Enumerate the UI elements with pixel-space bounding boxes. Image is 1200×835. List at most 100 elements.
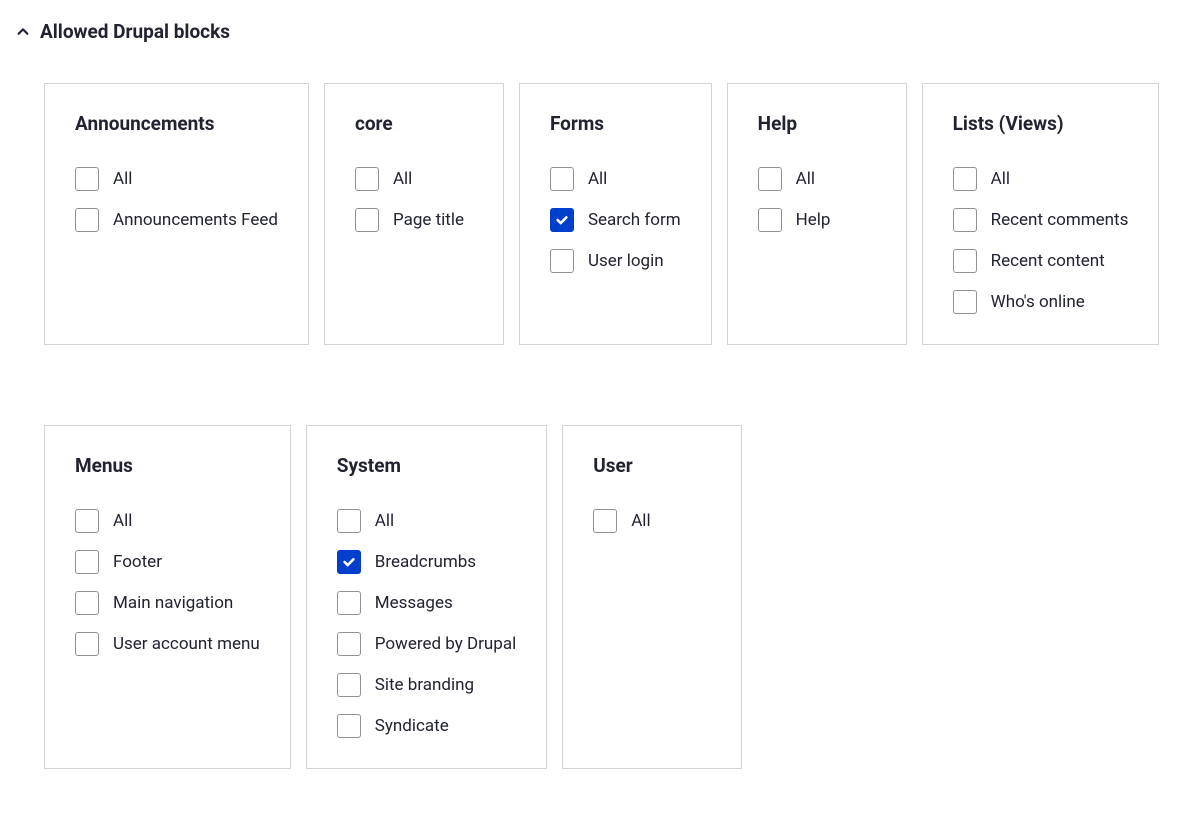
checkbox-label: Help (796, 210, 831, 230)
card-title: System (337, 454, 516, 477)
checkbox-item[interactable]: Messages (337, 591, 516, 615)
checkbox-label: All (113, 511, 132, 531)
checkbox-item[interactable]: User account menu (75, 632, 260, 656)
card-menus: Menus All Footer Main navigation (44, 425, 291, 769)
card-core: core All Page title (324, 83, 504, 345)
checkbox-label: All (393, 169, 412, 189)
checkbox-label: Page title (393, 210, 464, 230)
checkbox-label: Search form (588, 210, 681, 230)
card-lists-views: Lists (Views) All Recent comments Recent… (922, 83, 1160, 345)
chevron-up-icon (16, 25, 30, 39)
checkbox (75, 509, 99, 533)
checkbox (953, 249, 977, 273)
checkbox (953, 167, 977, 191)
checkbox-list: All Help (758, 167, 876, 232)
card-title: core (355, 112, 473, 135)
card-forms: Forms All Search form User login (519, 83, 712, 345)
checkbox-item[interactable]: Who's online (953, 290, 1129, 314)
checkbox-item[interactable]: All (593, 509, 711, 533)
checkbox (953, 290, 977, 314)
checkbox-item[interactable]: Powered by Drupal (337, 632, 516, 656)
checkbox (337, 714, 361, 738)
checkbox (75, 591, 99, 615)
checkbox-list: All Search form User login (550, 167, 681, 273)
checkbox-label: All (375, 511, 394, 531)
checkbox (355, 167, 379, 191)
checkbox-label: Syndicate (375, 716, 449, 736)
checkbox (75, 208, 99, 232)
checkbox (337, 673, 361, 697)
checkbox-item[interactable]: Breadcrumbs (337, 550, 516, 574)
checkbox-item[interactable]: Recent comments (953, 208, 1129, 232)
checkbox-list: All (593, 509, 711, 533)
checkbox (953, 208, 977, 232)
checkbox-list: All Recent comments Recent content Who's… (953, 167, 1129, 314)
checkbox (758, 208, 782, 232)
checkbox-label: All (588, 169, 607, 189)
checkbox-item[interactable]: Syndicate (337, 714, 516, 738)
card-announcements: Announcements All Announcements Feed (44, 83, 309, 345)
card-help: Help All Help (727, 83, 907, 345)
checkbox-label: All (113, 169, 132, 189)
checkbox (550, 208, 574, 232)
checkbox-label: Main navigation (113, 593, 233, 613)
checkbox-item[interactable]: All (758, 167, 876, 191)
card-title: User (593, 454, 711, 477)
card-title: Forms (550, 112, 681, 135)
checkbox-item[interactable]: Site branding (337, 673, 516, 697)
checkbox-list: All Page title (355, 167, 473, 232)
checkbox-label: Announcements Feed (113, 210, 278, 230)
section-title: Allowed Drupal blocks (40, 20, 230, 43)
checkbox-item[interactable]: Main navigation (75, 591, 260, 615)
checkbox-label: Who's online (991, 292, 1085, 312)
checkbox (75, 550, 99, 574)
checkbox (337, 632, 361, 656)
card-title: Menus (75, 454, 260, 477)
checkbox-item[interactable]: All (355, 167, 473, 191)
card-system: System All Breadcrumbs Messages (306, 425, 547, 769)
checkbox-item[interactable]: All (337, 509, 516, 533)
checkbox (550, 167, 574, 191)
card-title: Help (758, 112, 876, 135)
checkbox (337, 591, 361, 615)
checkbox (593, 509, 617, 533)
checkbox-item[interactable]: All (550, 167, 681, 191)
checkbox-list: All Breadcrumbs Messages Powered by Drup… (337, 509, 516, 738)
card-user: User All (562, 425, 742, 769)
checkbox (355, 208, 379, 232)
checkbox-item[interactable]: Search form (550, 208, 681, 232)
checkbox-label: Messages (375, 593, 453, 613)
checkbox-label: User account menu (113, 634, 260, 654)
checkbox-item[interactable]: Help (758, 208, 876, 232)
checkbox (758, 167, 782, 191)
checkbox-label: Site branding (375, 675, 474, 695)
checkbox-label: All (991, 169, 1010, 189)
checkbox-label: User login (588, 251, 664, 271)
checkbox-item[interactable]: Recent content (953, 249, 1129, 273)
card-title: Announcements (75, 112, 278, 135)
card-title: Lists (Views) (953, 112, 1129, 135)
checkbox-label: Recent comments (991, 210, 1129, 230)
checkbox (337, 550, 361, 574)
checkbox-label: All (631, 511, 650, 531)
checkbox-item[interactable]: All (953, 167, 1129, 191)
section-header[interactable]: Allowed Drupal blocks (16, 20, 1184, 43)
row-break (44, 360, 1184, 410)
checkbox-list: All Footer Main navigation User account … (75, 509, 260, 656)
checkbox (75, 632, 99, 656)
checkbox-item[interactable]: Footer (75, 550, 260, 574)
checkbox-label: Footer (113, 552, 162, 572)
checkbox-item[interactable]: All (75, 509, 260, 533)
checkbox-label: Powered by Drupal (375, 634, 516, 654)
checkbox (550, 249, 574, 273)
checkbox (75, 167, 99, 191)
checkbox-item[interactable]: Page title (355, 208, 473, 232)
checkbox-label: All (796, 169, 815, 189)
checkbox-item[interactable]: User login (550, 249, 681, 273)
checkbox (337, 509, 361, 533)
checkbox-item[interactable]: Announcements Feed (75, 208, 278, 232)
checkbox-label: Breadcrumbs (375, 552, 476, 572)
checkbox-item[interactable]: All (75, 167, 278, 191)
cards-container: Announcements All Announcements Feed cor… (16, 83, 1184, 769)
checkbox-label: Recent content (991, 251, 1105, 271)
